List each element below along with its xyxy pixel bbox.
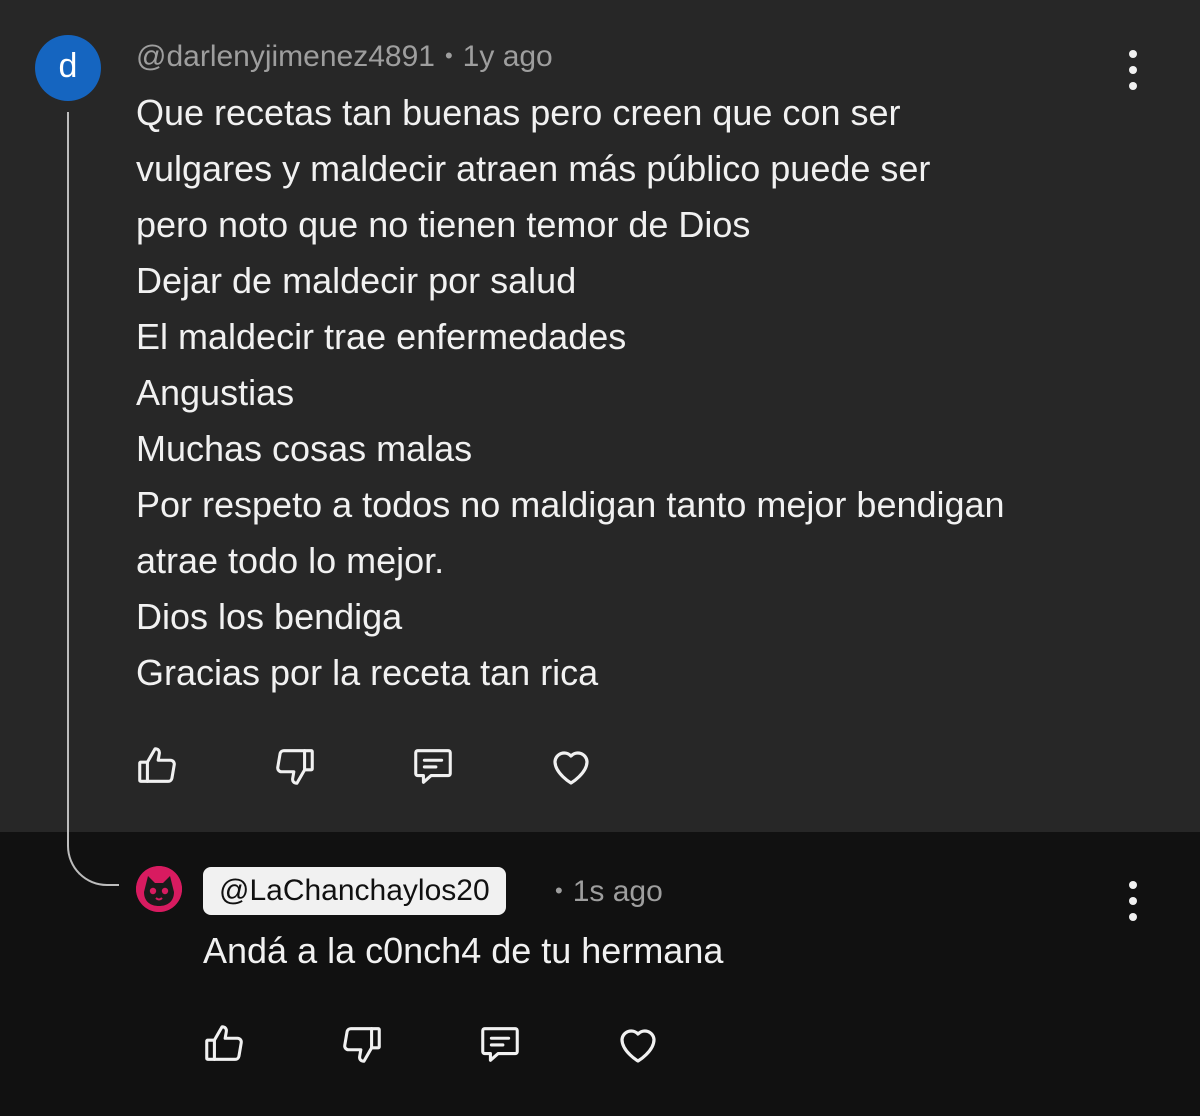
comment-meta: @darlenyjimenez4891 • 1y ago (136, 36, 553, 77)
more-vertical-icon[interactable] (1123, 881, 1143, 921)
comment-line: Dios los bendiga (136, 596, 403, 637)
separator-dot: • (444, 43, 453, 68)
reply-icon (414, 749, 452, 784)
author-handle[interactable]: @darlenyjimenez4891 (136, 40, 435, 73)
avatar[interactable]: d (35, 35, 101, 101)
thumbs-down-icon (276, 749, 314, 785)
like-button[interactable] (199, 1019, 249, 1069)
comment-line: Gracias por la receta tan rica (136, 652, 599, 693)
comment-line: atrae todo lo mejor. (136, 540, 445, 581)
comment-actions (132, 741, 596, 791)
dislike-button[interactable] (337, 1019, 387, 1069)
comment-thread: d @darlenyjimenez4891 • 1y ago Que recetas… (0, 0, 1200, 1116)
reply-icon (481, 1027, 519, 1062)
reply-button[interactable] (408, 741, 458, 791)
separator-dot: • (555, 878, 563, 903)
heart-button[interactable] (546, 741, 596, 791)
author-handle[interactable]: @LaChanchaylos20 (203, 867, 506, 915)
reply-text: Andá a la c0nch4 de tu hermana (203, 930, 724, 971)
reply-actions (199, 1019, 663, 1069)
timestamp: 1s ago (572, 875, 663, 908)
thumbs-up-icon (138, 747, 176, 783)
comment-line: Que recetas tan buenas pero creen que co… (136, 92, 901, 133)
comment-line: pero noto que no tienen temor de Dios (136, 204, 751, 245)
more-vertical-icon[interactable] (1123, 50, 1143, 90)
cat-avatar-icon (136, 866, 182, 912)
heart-icon (620, 1029, 656, 1063)
dislike-button[interactable] (270, 741, 320, 791)
comment-line: Por respeto a todos no maldigan tanto me… (136, 484, 1005, 525)
thumbs-down-icon (343, 1027, 381, 1063)
comment-line: Angustias (136, 372, 295, 413)
heart-button[interactable] (613, 1019, 663, 1069)
comment-line: vulgares y maldecir atraen más público p… (136, 148, 931, 189)
heart-icon (553, 751, 589, 785)
comment-line: Muchas cosas malas (136, 428, 473, 469)
comment-text: Que recetas tan buenas pero creen que co… (136, 85, 1156, 701)
comment-meta: • 1s ago (555, 871, 663, 912)
avatar[interactable] (136, 866, 182, 912)
timestamp: 1y ago (462, 40, 553, 73)
like-button[interactable] (132, 741, 182, 791)
comment-line: El maldecir trae enfermedades (136, 316, 627, 357)
thread-connector-line (67, 112, 119, 886)
thumbs-up-icon (205, 1025, 243, 1061)
reply-button[interactable] (475, 1019, 525, 1069)
comment-line: Dejar de maldecir por salud (136, 260, 577, 301)
